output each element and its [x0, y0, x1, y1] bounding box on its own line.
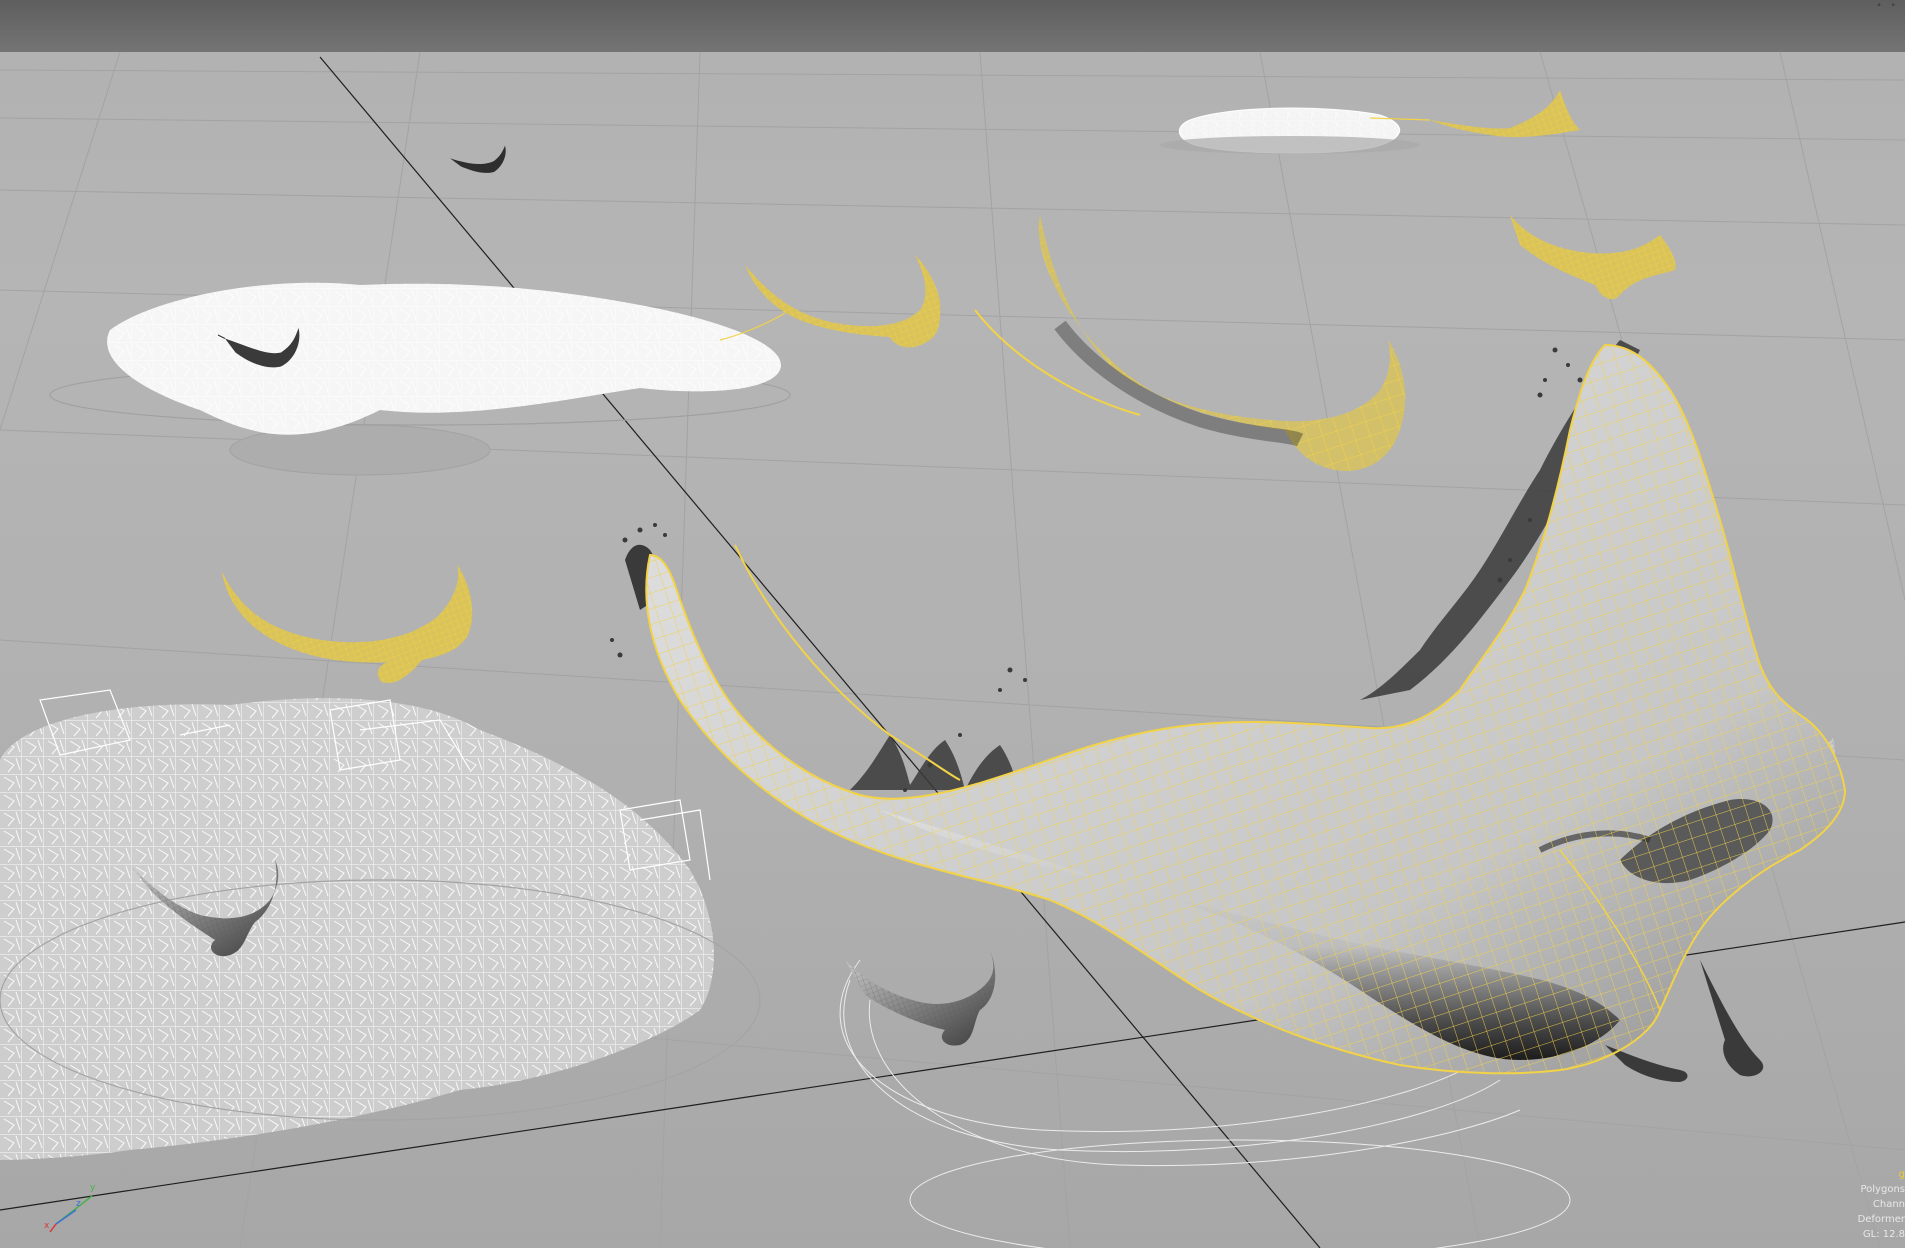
axis-y-label: y: [90, 1183, 96, 1193]
axis-x-label: x: [44, 1221, 50, 1231]
viewport-3d[interactable]: ° ° y z x g Polygons Chann Deformer GL: …: [0, 0, 1905, 1248]
axis-gizmo: y z x: [44, 1178, 96, 1234]
hud-line-gl: GL: 12.8: [1862, 1229, 1905, 1240]
axis-z-label: z: [76, 1199, 81, 1209]
manta-ray-far-right: [1510, 215, 1676, 300]
manta-ray-left: [222, 564, 473, 683]
hud-line-polygons: Polygons: [1860, 1184, 1905, 1195]
small-ray-top-left: [450, 145, 506, 173]
manta-ray-top-center: [1369, 90, 1580, 138]
hud-line-channels: Chann: [1872, 1199, 1905, 1210]
hud-line-partial: g: [1898, 1169, 1905, 1180]
hud-line-deformers: Deformer: [1857, 1214, 1905, 1225]
small-ray-near-center: [845, 950, 996, 1046]
viewport-hud: g Polygons Chann Deformer GL: 12.8: [1858, 1167, 1905, 1242]
axis-x-line: [49, 1223, 57, 1233]
foam-cloud-near: [0, 689, 761, 1160]
foam-cloud-left: [49, 282, 791, 476]
manta-ray-upper-center: [719, 255, 941, 348]
axis-z-line: [55, 1209, 77, 1225]
hero-manta-ray: [645, 343, 1847, 1082]
foam-cloud-far: [1160, 107, 1420, 154]
manta-ray-right: [974, 215, 1406, 471]
scene-canvas[interactable]: [0, 0, 1905, 1248]
